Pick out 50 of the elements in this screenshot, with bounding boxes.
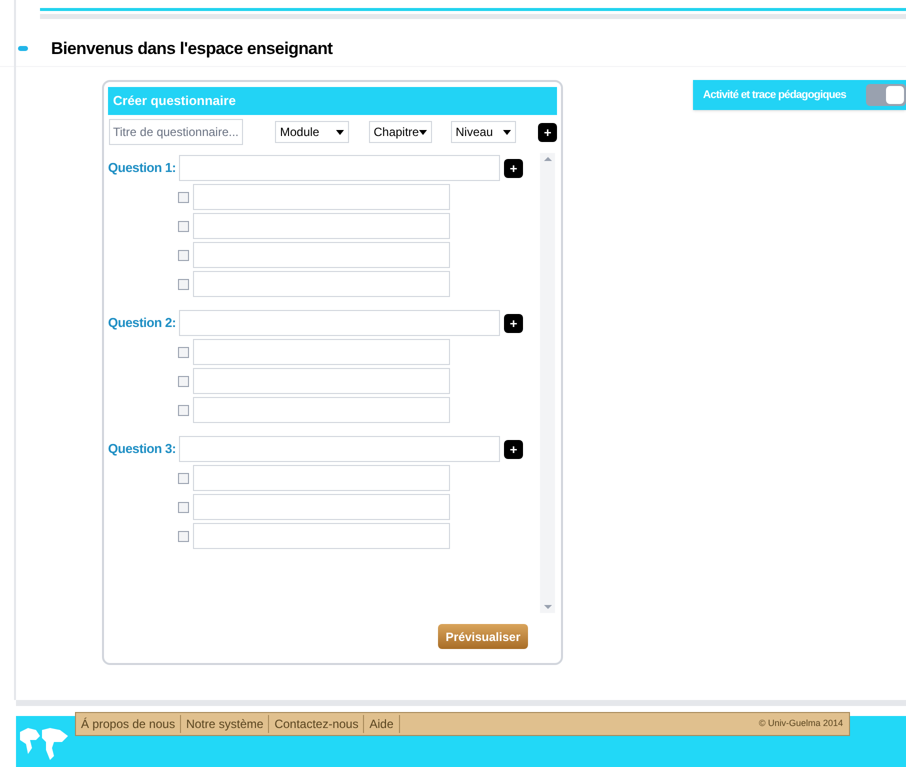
answer-field[interactable]	[193, 184, 450, 210]
scroll-down-icon[interactable]	[544, 605, 552, 609]
question-label: Question 1:	[108, 159, 177, 178]
page-title: Bienvenus dans l'espace enseignant	[51, 38, 333, 60]
footer-link[interactable]: Contactez-nous	[269, 715, 364, 733]
bullet-icon	[18, 46, 28, 51]
question-label: Question 3:	[108, 440, 177, 458]
copyright-text: © Univ-Guelma 2014	[758, 717, 843, 730]
dropdown[interactable]: Chapitre	[368, 121, 432, 143]
answer-checkbox[interactable]	[178, 192, 189, 202]
toggle-switch[interactable]	[866, 84, 906, 106]
dropdown[interactable]: Module	[275, 121, 349, 143]
panel-label: Activité et trace pédagogiques	[703, 88, 846, 103]
question-label: Question 2:	[108, 314, 177, 332]
answer-checkbox[interactable]	[178, 250, 189, 260]
question-field[interactable]	[179, 310, 500, 336]
answer-checkbox[interactable]	[178, 278, 189, 290]
answer-field[interactable]	[193, 465, 450, 491]
add-button[interactable]: +	[504, 440, 523, 458]
scroll-up-icon[interactable]	[544, 157, 552, 161]
add-button[interactable]: +	[538, 122, 557, 142]
answer-field[interactable]	[193, 271, 450, 297]
answer-checkbox[interactable]	[178, 502, 189, 512]
answer-field[interactable]	[193, 368, 450, 394]
answer-checkbox[interactable]	[178, 472, 189, 484]
footer-link[interactable]: Á propos de nous	[76, 715, 182, 733]
answer-checkbox[interactable]	[178, 404, 189, 416]
answer-checkbox[interactable]	[178, 220, 189, 232]
caret-icon	[418, 130, 427, 134]
footer-link[interactable]: Notre système	[181, 715, 270, 733]
form-header: Créer questionnaire	[108, 87, 557, 115]
title-field[interactable]: Titre de questionnaire....	[109, 119, 243, 145]
answer-field[interactable]	[193, 339, 450, 365]
add-button[interactable]: +	[504, 314, 523, 332]
add-button[interactable]: +	[504, 158, 523, 178]
answer-field[interactable]	[193, 213, 450, 239]
question-field[interactable]	[179, 155, 500, 181]
answer-checkbox[interactable]	[178, 346, 189, 358]
footer-link[interactable]: Aide	[364, 715, 400, 733]
dropdown[interactable]: Niveau	[450, 121, 516, 143]
answer-field[interactable]	[193, 397, 450, 423]
answer-field[interactable]	[193, 523, 450, 549]
answer-field[interactable]	[193, 494, 450, 520]
scrollbar[interactable]	[540, 153, 555, 613]
question-field[interactable]	[179, 436, 500, 462]
answer-field[interactable]	[193, 242, 450, 268]
answer-checkbox[interactable]	[178, 530, 189, 542]
caret-icon	[336, 130, 344, 134]
caret-icon	[503, 130, 512, 134]
answer-checkbox[interactable]	[178, 376, 189, 386]
